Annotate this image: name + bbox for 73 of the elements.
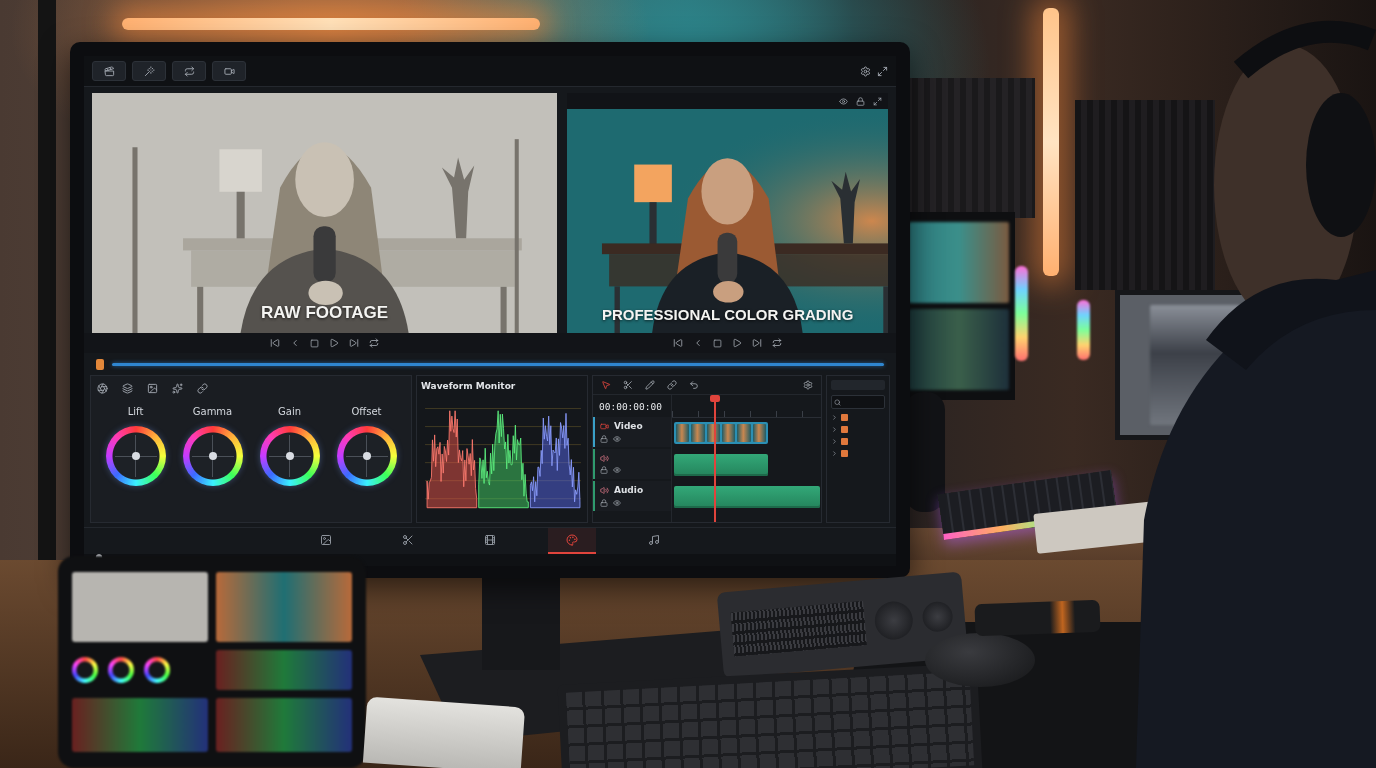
eye-icon[interactable] [613, 466, 621, 474]
clapperboard-icon [103, 65, 115, 77]
playhead-marker[interactable] [96, 358, 104, 370]
aperture-icon[interactable] [97, 382, 108, 394]
play-icon[interactable] [329, 338, 340, 348]
stop-icon[interactable] [713, 338, 723, 348]
workspace-tab[interactable] [212, 61, 246, 81]
image-icon[interactable] [147, 382, 158, 394]
play-icon[interactable] [732, 338, 743, 348]
undo-icon[interactable] [689, 380, 699, 390]
skip-forward-icon[interactable] [349, 338, 360, 348]
rgb-light-bar [1077, 300, 1090, 360]
track-header[interactable] [593, 449, 671, 479]
wheel-label: Offset [351, 406, 382, 418]
scissors-icon[interactable] [623, 380, 633, 390]
eye-icon[interactable] [613, 499, 621, 507]
search-icon [834, 398, 841, 406]
video-clip[interactable] [674, 422, 769, 444]
video-caption: RAW FOOTAGE [261, 303, 389, 323]
link-icon[interactable] [667, 380, 677, 390]
skip-back-icon[interactable] [270, 338, 281, 348]
film-icon [484, 534, 496, 546]
color-wheel[interactable] [182, 426, 243, 486]
lock-icon[interactable] [600, 466, 608, 474]
search-field[interactable] [831, 395, 885, 409]
skip-forward-icon[interactable] [752, 338, 763, 348]
color-wheel[interactable] [259, 426, 320, 486]
pointer-icon[interactable] [601, 380, 611, 390]
color-wheel[interactable] [336, 426, 397, 486]
skip-back-icon[interactable] [673, 338, 684, 348]
link-icon[interactable] [197, 382, 208, 394]
track-label: Video [614, 421, 643, 432]
lock-icon[interactable] [600, 435, 608, 443]
video-camera-icon [600, 422, 609, 431]
video-caption: PROFESSIONAL COLOR GRADING [601, 306, 854, 323]
scissors-icon [402, 534, 414, 546]
wheel-label: Gamma [192, 406, 233, 418]
color-wheel[interactable] [105, 426, 166, 486]
panel-title: Waveform Monitor [421, 380, 517, 393]
lock-icon[interactable] [600, 499, 608, 507]
speaker-icon [600, 454, 609, 463]
wand-icon [143, 65, 155, 77]
settings-icon[interactable] [803, 380, 813, 390]
workspace-tab[interactable] [172, 61, 206, 81]
expand-icon[interactable] [877, 65, 888, 77]
audio-clip[interactable] [674, 486, 820, 508]
workspace-tab[interactable] [92, 61, 126, 81]
image-icon [320, 534, 332, 546]
speaker-icon [600, 486, 609, 495]
sparkles-icon[interactable] [172, 382, 183, 394]
settings-icon[interactable] [860, 65, 871, 77]
track-header[interactable]: Audio [593, 481, 671, 511]
layers-icon[interactable] [122, 382, 133, 394]
track-label: Audio [614, 485, 644, 496]
stop-icon[interactable] [310, 338, 320, 348]
timecode: 00:00:00:00 [598, 399, 663, 414]
page-tab[interactable] [548, 528, 596, 554]
wheel-label: Lift [127, 406, 144, 418]
loop-icon[interactable] [772, 338, 783, 348]
repeat-icon [183, 65, 195, 77]
lock-icon[interactable] [856, 96, 865, 106]
loop-icon[interactable] [369, 338, 380, 348]
playback-scrubber[interactable] [112, 362, 884, 366]
expand-icon[interactable] [873, 96, 882, 106]
eye-icon[interactable] [613, 435, 621, 443]
video-camera-icon [223, 65, 235, 77]
wheel-label: Gain [278, 406, 301, 418]
pencil-icon[interactable] [645, 380, 655, 390]
eye-icon[interactable] [839, 96, 848, 106]
palette-icon [566, 534, 578, 546]
track-header[interactable]: Video [593, 417, 671, 447]
music-note-icon [648, 534, 660, 546]
audio-clip[interactable] [674, 454, 769, 476]
